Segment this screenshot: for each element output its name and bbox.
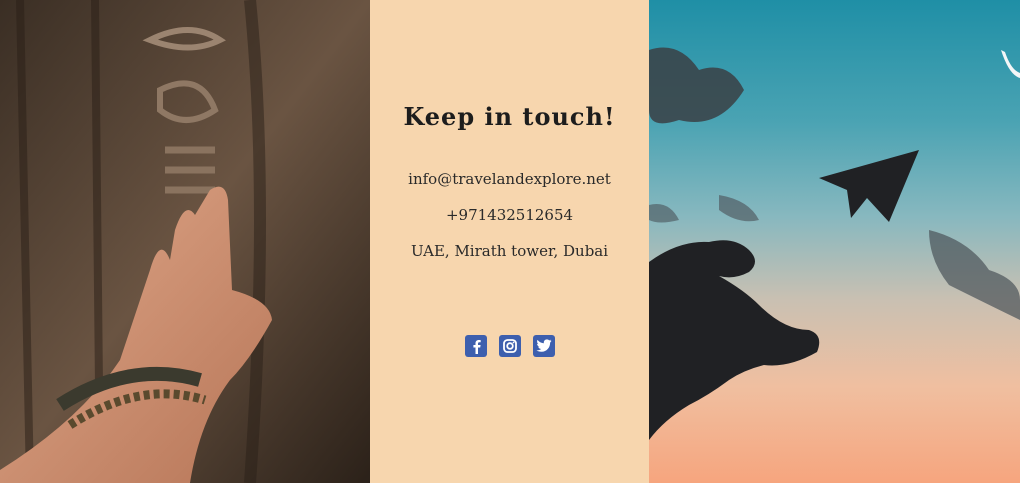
contact-title: Keep in touch! — [403, 102, 616, 131]
email-link[interactable]: info@travelandexplore.net — [370, 170, 649, 188]
paper-plane-image — [649, 0, 1020, 483]
hieroglyph-photo — [0, 0, 370, 483]
address-text: UAE, Mirath tower, Dubai — [410, 242, 609, 260]
contact-section: Keep in touch! info@travelandexplore.net… — [0, 0, 1020, 483]
phone-number[interactable]: +971432512654 — [370, 206, 649, 224]
social-links — [370, 335, 649, 357]
twitter-icon[interactable] — [532, 335, 555, 357]
paper-plane-photo — [649, 47, 1020, 440]
instagram-icon[interactable] — [498, 335, 521, 357]
facebook-icon[interactable] — [464, 335, 487, 357]
contact-panel: Keep in touch! info@travelandexplore.net… — [370, 0, 649, 483]
hieroglyph-wall-image — [0, 0, 370, 483]
